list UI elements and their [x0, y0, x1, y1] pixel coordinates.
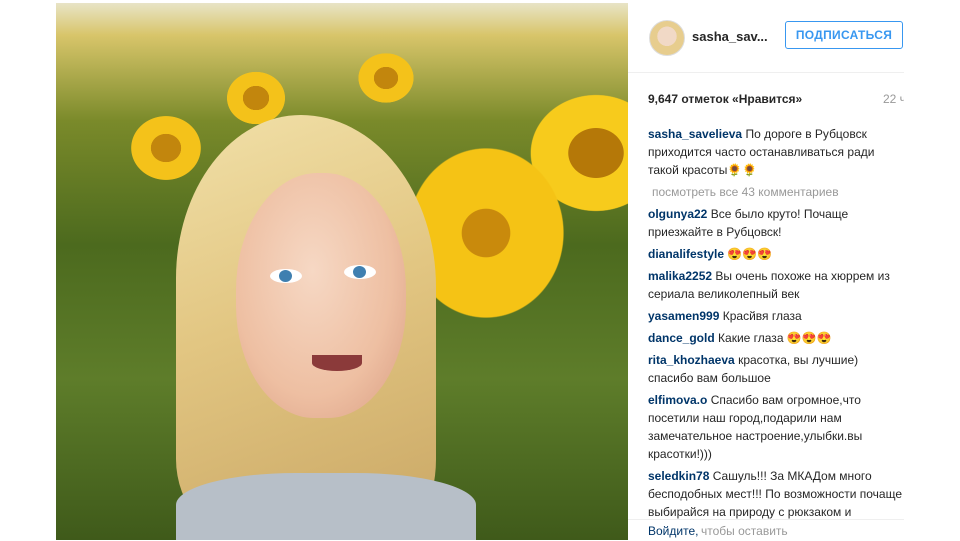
login-link[interactable]: Войдите, — [648, 524, 698, 538]
comment-username[interactable]: yasamen999 — [648, 309, 719, 323]
comment: malika2252 Вы очень похоже на хюррем из … — [648, 267, 904, 303]
comment-text: 😍😍😍 — [727, 247, 773, 261]
post-time[interactable]: 22 ч — [883, 92, 904, 106]
likes-count[interactable]: 9,647 отметок «Нравится» — [648, 92, 802, 106]
comment-username[interactable]: seledkin78 — [648, 469, 709, 483]
avatar[interactable] — [649, 20, 685, 56]
footer-text: чтобы оставить — [701, 524, 788, 538]
left-eye — [270, 269, 302, 283]
follow-button[interactable]: ПОДПИСАТЬСЯ — [785, 21, 903, 49]
comment-username[interactable]: sasha_savelieva — [648, 127, 742, 141]
comment-username[interactable]: olgunya22 — [648, 207, 707, 221]
comment-username[interactable]: dianalifestyle — [648, 247, 724, 261]
comment: rita_khozhaeva красотка, вы лучшие) спас… — [648, 351, 904, 387]
comment: dance_gold Какие глаза 😍😍😍 — [648, 329, 904, 347]
comment-text: Красйвя глаза — [722, 309, 802, 323]
comment-footer: Войдите, чтобы оставить — [628, 519, 904, 541]
comment-username[interactable]: malika2252 — [648, 269, 712, 283]
comment: sasha_savelieva По дороге в Рубцовск при… — [648, 125, 904, 179]
comment: yasamen999 Красйвя глаза — [648, 307, 904, 325]
post-panel: sasha_sav... ПОДПИСАТЬСЯ 9,647 отметок «… — [628, 0, 904, 540]
shirt — [176, 473, 476, 540]
right-eye — [344, 265, 376, 279]
comment-username[interactable]: dance_gold — [648, 331, 715, 345]
comment-text: Какие глаза 😍😍😍 — [718, 331, 832, 345]
comment-username[interactable]: elfimova.o — [648, 393, 707, 407]
author-username[interactable]: sasha_sav... — [692, 29, 768, 44]
post-header: sasha_sav... ПОДПИСАТЬСЯ — [628, 0, 904, 73]
comment: olgunya22 Все было круто! Почаще приезжа… — [648, 205, 904, 241]
face — [236, 173, 406, 418]
comments-list: sasha_savelieva По дороге в Рубцовск при… — [648, 125, 904, 540]
post-photo[interactable] — [56, 3, 628, 540]
view-all-comments-link[interactable]: посмотреть все 43 комментариев — [652, 183, 904, 201]
comment: elfimova.o Спасибо вам огромное,что посе… — [648, 391, 904, 463]
mouth — [312, 355, 362, 371]
comment-username[interactable]: rita_khozhaeva — [648, 353, 735, 367]
comment: dianalifestyle 😍😍😍 — [648, 245, 904, 263]
